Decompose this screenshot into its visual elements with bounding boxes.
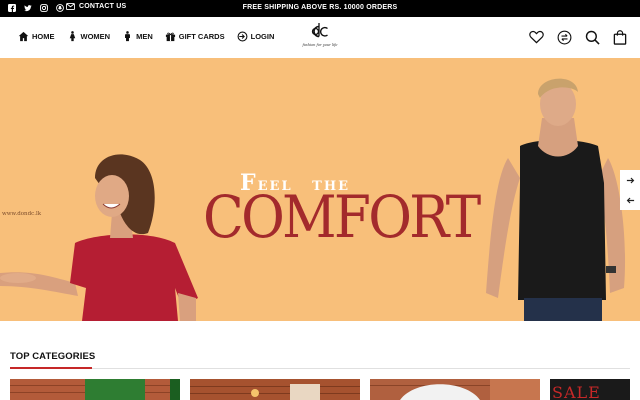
category-image	[190, 379, 360, 400]
shipping-banner: FREE SHIPPING ABOVE RS. 10000 ORDERS	[242, 4, 398, 11]
brand-logo[interactable]: fashion for your life	[300, 22, 340, 52]
nav-item-label: LOGIN	[250, 32, 275, 41]
nav-item-home[interactable]: HOME	[18, 31, 55, 42]
top-categories-section: TOP CATEGORIES SALE	[0, 321, 640, 400]
main-nav: HOME WOMEN MEN GIFT CARDS LOGIN fashion …	[0, 17, 640, 58]
carousel-next-button[interactable]	[620, 170, 640, 190]
category-card-4[interactable]: SALE	[550, 379, 630, 400]
nav-item-label: HOME	[32, 32, 55, 41]
section-title-underline	[10, 367, 92, 369]
top-bar: CONTACT US FREE SHIPPING ABOVE RS. 10000…	[0, 0, 640, 17]
logo-mark	[311, 23, 328, 38]
search-icon[interactable]	[584, 29, 600, 45]
nav-item-login[interactable]: LOGIN	[237, 31, 275, 42]
arrow-right-icon	[626, 177, 634, 183]
hero-headline-comfort: COMFORT	[203, 183, 481, 251]
man-icon	[125, 31, 131, 42]
heart-icon[interactable]	[528, 29, 544, 45]
hero-banner[interactable]: www.dondc.lk FEEL THE COMFORT	[0, 58, 640, 321]
category-card-1[interactable]	[10, 379, 180, 400]
watermark-text: www.dondc.lk	[2, 211, 42, 217]
category-card-2[interactable]	[190, 379, 360, 400]
category-card-3[interactable]	[370, 379, 540, 400]
nav-item-label: MEN	[136, 32, 153, 41]
section-divider	[92, 368, 630, 369]
login-icon	[237, 31, 248, 42]
nav-item-men[interactable]: MEN	[122, 31, 153, 42]
bag-icon[interactable]	[612, 29, 628, 45]
man-model-image	[486, 78, 626, 321]
category-image	[370, 379, 540, 400]
nav-links: HOME WOMEN MEN GIFT CARDS LOGIN	[18, 31, 274, 42]
nav-actions	[528, 29, 628, 45]
nav-item-label: WOMEN	[80, 32, 111, 41]
gift-icon	[165, 32, 175, 42]
nav-item-women[interactable]: WOMEN	[67, 31, 111, 42]
home-icon	[18, 31, 29, 42]
nav-item-gift-cards[interactable]: GIFT CARDS	[165, 31, 225, 42]
compare-icon[interactable]	[556, 29, 572, 45]
category-card-label: SALE	[552, 383, 601, 400]
woman-icon	[69, 31, 75, 42]
carousel-prev-button[interactable]	[620, 190, 640, 210]
logo-tagline: fashion for your life	[302, 43, 338, 47]
arrow-left-icon	[626, 197, 634, 203]
category-image	[10, 379, 180, 400]
section-title: TOP CATEGORIES	[10, 351, 96, 362]
nav-item-label: GIFT CARDS	[178, 32, 225, 41]
